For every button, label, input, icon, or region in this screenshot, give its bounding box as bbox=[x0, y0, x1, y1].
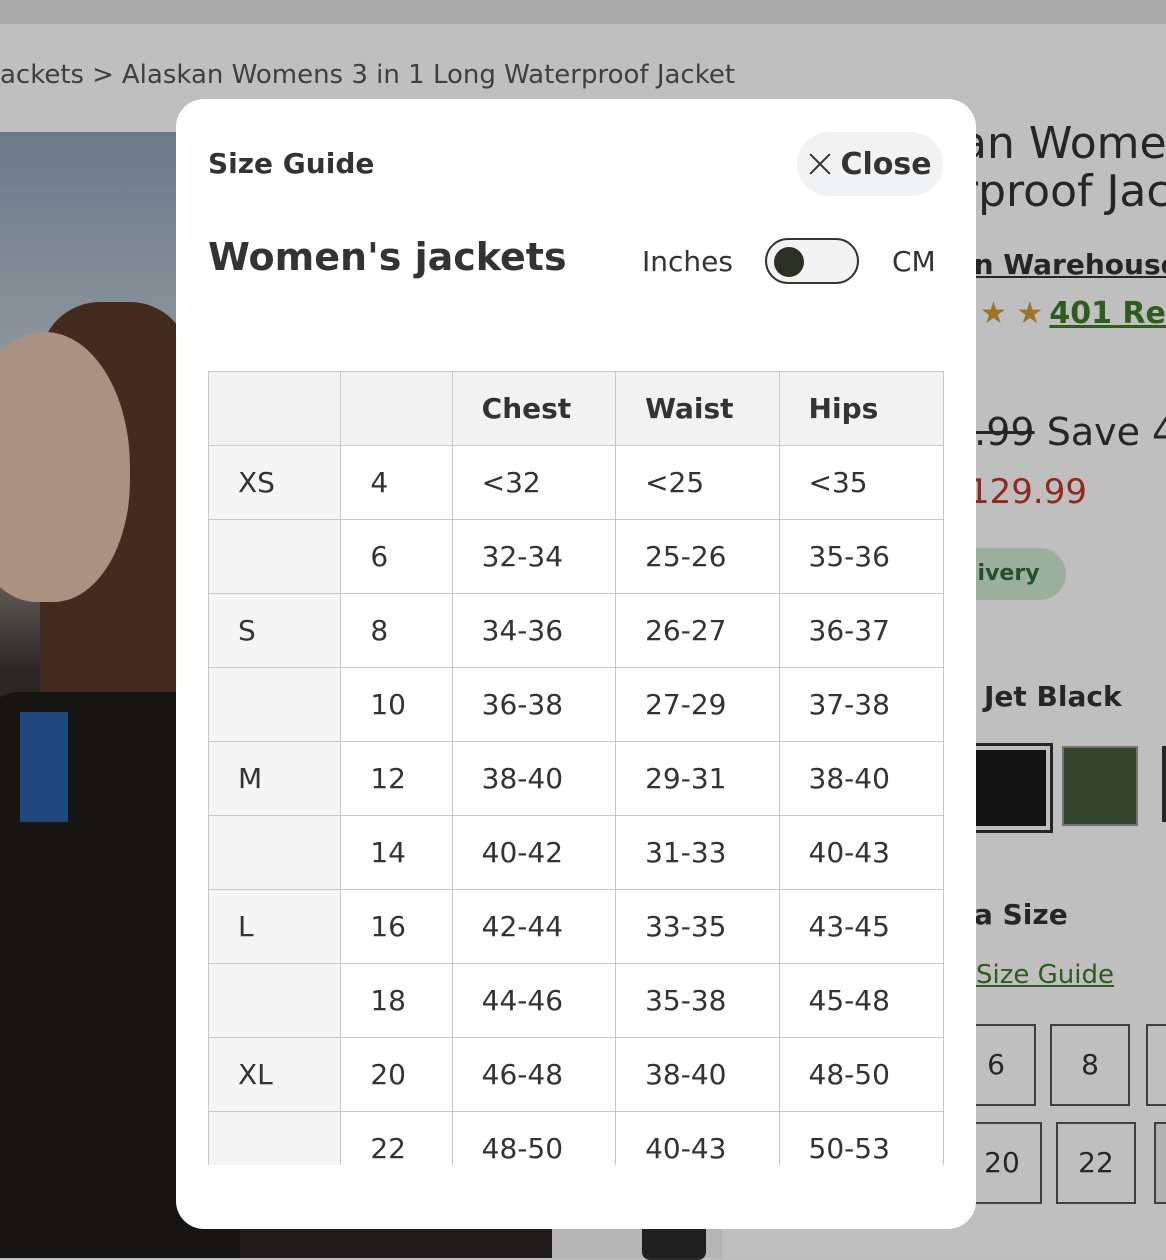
toggle-knob bbox=[774, 247, 804, 277]
cell-hips: 45-48 bbox=[778, 963, 944, 1038]
cell-size-label: XL bbox=[208, 1037, 342, 1112]
cell-hips: 35-36 bbox=[778, 519, 944, 594]
cell-hips: 37-38 bbox=[778, 667, 944, 742]
cell-size-label bbox=[208, 963, 342, 1038]
size-table-scroll[interactable]: Chest Waist Hips XS 4 <32 <25 <35 6 32-34 25-26… bbox=[208, 371, 944, 1165]
cell-chest: 38-40 bbox=[451, 741, 617, 816]
cell-waist: 25-26 bbox=[615, 519, 780, 594]
cell-hips: 43-45 bbox=[778, 889, 944, 964]
cell-waist: 40-43 bbox=[615, 1111, 780, 1165]
table-row: M 12 38-40 29-31 38-40 bbox=[208, 741, 944, 816]
cell-hips: 36-37 bbox=[778, 593, 944, 668]
cell-size-number: 18 bbox=[340, 963, 453, 1038]
cell-waist: 27-29 bbox=[615, 667, 780, 742]
cell-chest: 32-34 bbox=[451, 519, 617, 594]
table-row: 6 32-34 25-26 35-36 bbox=[208, 519, 944, 594]
cell-chest: 42-44 bbox=[451, 889, 617, 964]
table-row: 14 40-42 31-33 40-43 bbox=[208, 815, 944, 890]
cell-hips: <35 bbox=[778, 445, 944, 520]
close-icon bbox=[808, 152, 832, 176]
cell-size-number: 10 bbox=[340, 667, 453, 742]
size-guide-modal: Size Guide Close Women's jackets Inches … bbox=[176, 99, 976, 1229]
cell-size-label bbox=[208, 815, 342, 890]
cell-size-number: 16 bbox=[340, 889, 453, 964]
cell-waist: <25 bbox=[615, 445, 780, 520]
cell-hips: 38-40 bbox=[778, 741, 944, 816]
cell-waist: 29-31 bbox=[615, 741, 780, 816]
cell-size-number: 20 bbox=[340, 1037, 453, 1112]
cell-hips: 40-43 bbox=[778, 815, 944, 890]
close-label: Close bbox=[840, 146, 932, 182]
cell-chest: 40-42 bbox=[451, 815, 617, 890]
size-table: Chest Waist Hips XS 4 <32 <25 <35 6 32-34 25-26… bbox=[208, 371, 944, 1165]
cell-size-number: 12 bbox=[340, 741, 453, 816]
table-row: XS 4 <32 <25 <35 bbox=[208, 445, 944, 520]
cell-size-number: 8 bbox=[340, 593, 453, 668]
cell-chest: 48-50 bbox=[451, 1111, 617, 1165]
cell-size-number: 22 bbox=[340, 1111, 453, 1165]
section-title: Women's jackets bbox=[208, 235, 567, 279]
cell-hips: 48-50 bbox=[778, 1037, 944, 1112]
cell-chest: <32 bbox=[451, 445, 617, 520]
cell-size-label: S bbox=[208, 593, 342, 668]
table-body: XS 4 <32 <25 <35 6 32-34 25-26 35-36 S 8 34-36 26-27… bbox=[208, 445, 944, 1165]
cell-size-label bbox=[208, 667, 342, 742]
cell-chest: 46-48 bbox=[451, 1037, 617, 1112]
table-row: XL 20 46-48 38-40 48-50 bbox=[208, 1037, 944, 1112]
cell-waist: 33-35 bbox=[615, 889, 780, 964]
cell-size-label bbox=[208, 519, 342, 594]
cell-size-number: 14 bbox=[340, 815, 453, 890]
table-row: 22 48-50 40-43 50-53 bbox=[208, 1111, 944, 1165]
table-row: S 8 34-36 26-27 36-37 bbox=[208, 593, 944, 668]
cell-size-label bbox=[208, 1111, 342, 1165]
unit-label-inches: Inches bbox=[642, 245, 733, 278]
header-waist: Waist bbox=[615, 371, 780, 446]
cell-waist: 38-40 bbox=[615, 1037, 780, 1112]
table-row: 18 44-46 35-38 45-48 bbox=[208, 963, 944, 1038]
cell-size-number: 4 bbox=[340, 445, 453, 520]
cell-size-label: XS bbox=[208, 445, 342, 520]
unit-toggle[interactable] bbox=[765, 238, 859, 284]
cell-waist: 35-38 bbox=[615, 963, 780, 1038]
cell-size-number: 6 bbox=[340, 519, 453, 594]
header-size-label bbox=[208, 371, 342, 446]
table-row: L 16 42-44 33-35 43-45 bbox=[208, 889, 944, 964]
cell-hips: 50-53 bbox=[778, 1111, 944, 1165]
cell-size-label: L bbox=[208, 889, 342, 964]
cell-chest: 44-46 bbox=[451, 963, 617, 1038]
close-button[interactable]: Close bbox=[797, 132, 943, 196]
header-chest: Chest bbox=[451, 371, 617, 446]
header-size-number bbox=[340, 371, 453, 446]
header-hips: Hips bbox=[778, 371, 944, 446]
cell-chest: 34-36 bbox=[451, 593, 617, 668]
modal-title: Size Guide bbox=[208, 147, 375, 180]
cell-size-label: M bbox=[208, 741, 342, 816]
cell-waist: 31-33 bbox=[615, 815, 780, 890]
cell-chest: 36-38 bbox=[451, 667, 617, 742]
unit-label-cm: CM bbox=[892, 245, 936, 278]
table-row: 10 36-38 27-29 37-38 bbox=[208, 667, 944, 742]
table-header-row: Chest Waist Hips bbox=[208, 371, 944, 446]
cell-waist: 26-27 bbox=[615, 593, 780, 668]
